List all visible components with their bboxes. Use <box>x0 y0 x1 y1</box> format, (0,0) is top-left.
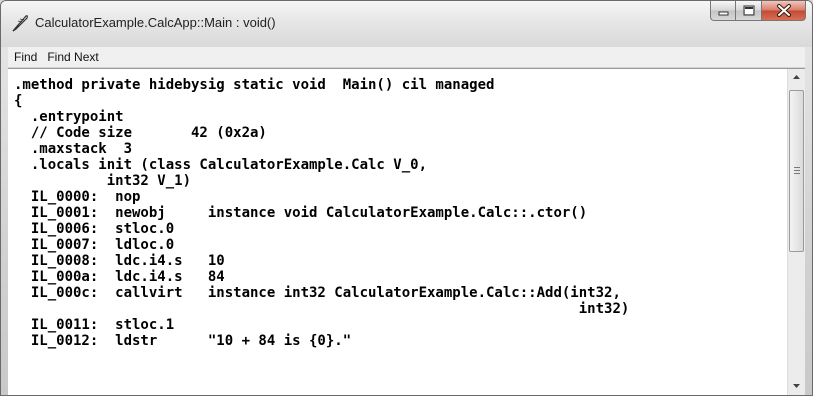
quill-pen-icon <box>10 13 30 33</box>
code-line: IL_0007: ldloc.0 <box>14 237 175 253</box>
maximize-button[interactable] <box>736 1 762 21</box>
code-line: // Code size 42 (0x2a) <box>14 125 267 141</box>
title-bar[interactable]: CalculatorExample.CalcApp::Main : void() <box>1 1 812 47</box>
il-code-text[interactable]: .method private hidebysig static void Ma… <box>14 77 629 349</box>
menu-find-next[interactable]: Find Next <box>43 48 102 66</box>
scroll-up-arrow-icon <box>793 75 800 79</box>
scroll-up-button[interactable] <box>788 69 805 86</box>
code-line: .maxstack 3 <box>14 141 133 157</box>
minimize-icon <box>718 11 729 16</box>
minimize-button[interactable] <box>710 1 736 21</box>
code-line: IL_0001: newobj instance void Calculator… <box>14 205 588 221</box>
code-line: IL_0012: ldstr "10 + 84 is {0}." <box>14 333 352 349</box>
vertical-scrollbar[interactable] <box>787 69 805 395</box>
code-line: int32) <box>14 301 630 317</box>
code-line: { <box>14 93 23 109</box>
scroll-down-button[interactable] <box>788 377 805 394</box>
menu-bar: Find Find Next <box>8 47 805 68</box>
grip-icon <box>794 167 800 174</box>
code-line: IL_000a: ldc.i4.s 84 <box>14 269 225 285</box>
scrollbar-thumb[interactable] <box>789 90 804 252</box>
window-title: CalculatorExample.CalcApp::Main : void() <box>35 15 276 30</box>
maximize-icon <box>743 5 755 16</box>
close-button[interactable] <box>762 1 806 21</box>
close-icon <box>777 4 791 17</box>
caption-buttons <box>710 1 806 21</box>
code-line: int32 V_1) <box>14 173 192 189</box>
ildasm-window: CalculatorExample.CalcApp::Main : void() <box>0 0 813 396</box>
code-line: IL_0011: stloc.1 <box>14 317 175 333</box>
code-line: .entrypoint <box>14 109 124 125</box>
menu-find[interactable]: Find <box>10 48 41 66</box>
code-line: .locals init (class CalculatorExample.Ca… <box>14 157 428 173</box>
code-line: .method private hidebysig static void Ma… <box>14 77 495 93</box>
code-line: IL_0006: stloc.0 <box>14 221 175 237</box>
code-line: IL_0008: ldc.i4.s 10 <box>14 253 225 269</box>
code-line: IL_000c: callvirt instance int32 Calcula… <box>14 285 621 301</box>
code-line: IL_0000: nop <box>14 189 141 205</box>
code-view[interactable]: .method private hidebysig static void Ma… <box>8 68 805 395</box>
scroll-down-arrow-icon <box>793 384 800 388</box>
